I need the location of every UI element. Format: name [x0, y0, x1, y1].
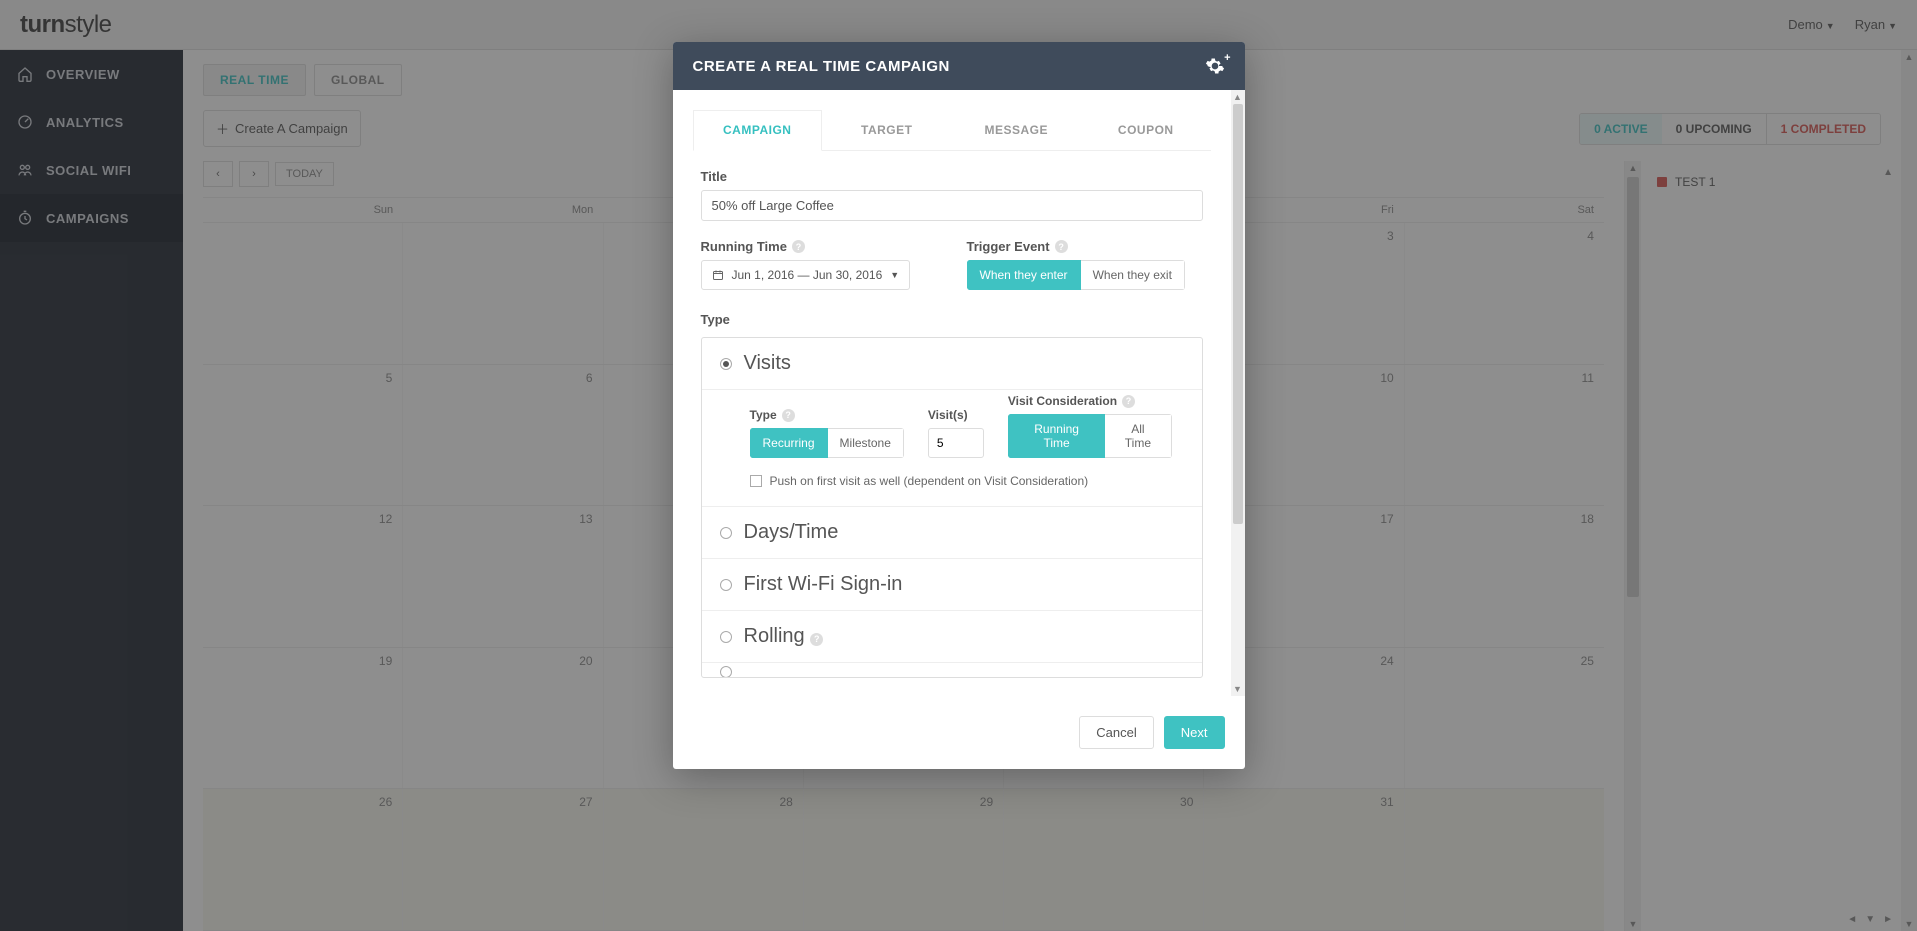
trigger-exit-button[interactable]: When they exit: [1081, 260, 1185, 290]
trigger-label: Trigger Event?: [967, 239, 1203, 254]
modal-tab-coupon[interactable]: COUPON: [1081, 110, 1211, 150]
push-first-checkbox[interactable]: [750, 475, 762, 487]
type-option-label: Visits: [744, 352, 791, 375]
consideration-running-button[interactable]: Running Time: [1008, 414, 1105, 458]
help-icon[interactable]: ?: [782, 409, 795, 422]
visits-type-label: Type?: [750, 408, 904, 422]
modal: CREATE A REAL TIME CAMPAIGN + CAMPAIGN T…: [673, 42, 1245, 769]
date-range-button[interactable]: Jun 1, 2016 — Jun 30, 2016 ▼: [701, 260, 911, 290]
caret-down-icon: ▼: [890, 270, 899, 280]
modal-scrollbar[interactable]: ▲ ▼: [1231, 90, 1245, 696]
radio-icon: [720, 666, 732, 677]
radio-icon: [720, 527, 732, 539]
help-icon[interactable]: ?: [1122, 395, 1135, 408]
running-time-label: Running Time?: [701, 239, 937, 254]
radio-icon: [720, 358, 732, 370]
type-option-visits[interactable]: Visits: [702, 338, 1202, 390]
modal-overlay: CREATE A REAL TIME CAMPAIGN + CAMPAIGN T…: [0, 0, 1917, 931]
modal-tab-target[interactable]: TARGET: [822, 110, 952, 150]
settings-icon[interactable]: +: [1205, 56, 1225, 76]
type-option-label: Rolling ?: [744, 625, 824, 648]
recurring-button[interactable]: Recurring: [750, 428, 828, 458]
calendar-icon: [712, 269, 724, 281]
milestone-button[interactable]: Milestone: [828, 428, 904, 458]
modal-header: CREATE A REAL TIME CAMPAIGN +: [673, 42, 1245, 90]
next-button[interactable]: Next: [1164, 716, 1225, 749]
type-option-label: First Wi-Fi Sign-in: [744, 573, 903, 596]
title-input[interactable]: [701, 190, 1203, 221]
type-option-firstwifi[interactable]: First Wi-Fi Sign-in: [702, 559, 1202, 611]
modal-tab-message[interactable]: MESSAGE: [952, 110, 1082, 150]
cancel-button[interactable]: Cancel: [1079, 716, 1153, 749]
help-icon[interactable]: ?: [1055, 240, 1068, 253]
help-icon[interactable]: ?: [810, 633, 823, 646]
title-label: Title: [701, 169, 1203, 184]
visits-input[interactable]: [928, 428, 984, 458]
consideration-label: Visit Consideration?: [1008, 394, 1172, 408]
type-option-rolling[interactable]: Rolling ?: [702, 611, 1202, 663]
date-range-label: Jun 1, 2016 — Jun 30, 2016: [732, 268, 883, 282]
help-icon[interactable]: ?: [792, 240, 805, 253]
visits-count-label: Visit(s): [928, 408, 984, 422]
consideration-alltime-button[interactable]: All Time: [1105, 414, 1171, 458]
push-first-label: Push on first visit as well (dependent o…: [770, 474, 1089, 488]
trigger-enter-button[interactable]: When they enter: [967, 260, 1081, 290]
modal-tab-campaign[interactable]: CAMPAIGN: [693, 110, 823, 151]
type-label: Type: [701, 312, 1203, 327]
type-option-hidden[interactable]: [702, 663, 1202, 677]
type-option-label: Days/Time: [744, 521, 839, 544]
radio-icon: [720, 631, 732, 643]
modal-title: CREATE A REAL TIME CAMPAIGN: [693, 58, 950, 75]
type-option-daystime[interactable]: Days/Time: [702, 507, 1202, 559]
radio-icon: [720, 579, 732, 591]
